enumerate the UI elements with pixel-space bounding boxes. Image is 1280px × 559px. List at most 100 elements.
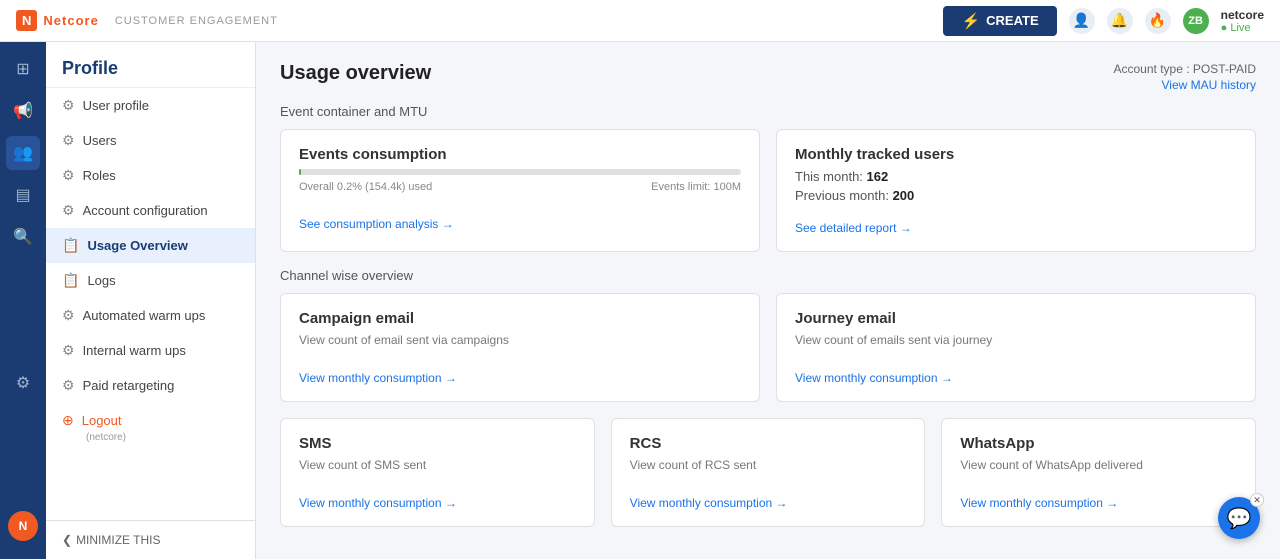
top-nav: N Netcore CUSTOMER ENGAGEMENT ⚡ CREATE 👤… [0,0,1280,42]
account-config-icon: ⚙ [62,202,75,219]
rcs-link[interactable]: View monthly consumption → [630,496,788,510]
sidebar-label-logout: Logout [82,413,122,428]
sidebar-item-user-profile[interactable]: ⚙ User profile [46,88,255,123]
automated-warm-ups-icon: ⚙ [62,307,75,324]
event-mtu-cards-row: Events consumption Overall 0.2% (154.4k)… [280,129,1256,252]
campaign-email-desc: View count of email sent via campaigns [299,333,741,347]
avatar-button[interactable]: ZB [1183,8,1209,34]
chat-close-icon[interactable]: ✕ [1250,493,1264,507]
user-profile-icon: ⚙ [62,97,75,114]
sidebar-title: Profile [46,42,255,88]
mtu-this-month: This month: 162 [795,169,1237,184]
sidebar-label-roles: Roles [83,168,116,183]
icon-rail: ⊞ 📢 👥 ▤ 🔍 ⚙ N [0,42,46,559]
account-name: netcore [1221,8,1264,22]
create-button[interactable]: ⚡ CREATE [943,6,1056,36]
rail-grid-icon[interactable]: ⊞ [6,52,40,86]
rail-list-icon[interactable]: ▤ [6,178,40,212]
sms-link[interactable]: View monthly consumption → [299,496,457,510]
user-icon-button[interactable]: 👤 [1069,8,1095,34]
rail-avatar[interactable]: N [8,511,38,541]
section1-label: Event container and MTU [280,104,1256,119]
sidebar-label-account-config: Account configuration [83,203,208,218]
sidebar-label-automated-warm-ups: Automated warm ups [83,308,206,323]
whatsapp-card: WhatsApp View count of WhatsApp delivere… [941,418,1256,527]
internal-warm-ups-icon: ⚙ [62,342,75,359]
logo-name: Netcore [43,13,98,28]
consumption-analysis-link[interactable]: See consumption analysis → [299,217,454,231]
chat-icon: 💬 [1227,506,1252,531]
page-title: Usage overview [280,62,431,85]
rail-people-icon[interactable]: 👥 [6,136,40,170]
logo-box: N [16,10,37,31]
whatsapp-desc: View count of WhatsApp delivered [960,458,1237,472]
chevron-left-icon: ❮ [62,533,72,547]
rcs-title: RCS [630,435,907,452]
mtu-prev-month: Previous month: 200 [795,188,1237,203]
sidebar-label-usage-overview: Usage Overview [87,238,187,253]
rail-gear-icon[interactable]: ⚙ [6,366,40,400]
sidebar-item-internal-warm-ups[interactable]: ⚙ Internal warm ups [46,333,255,368]
channel-cards-row1: Campaign email View count of email sent … [280,293,1256,402]
app-subtitle: CUSTOMER ENGAGEMENT [115,15,278,27]
sidebar-label-user-profile: User profile [83,98,149,113]
topnav-actions: ⚡ CREATE 👤 🔔 🔥 ZB netcore ● Live [943,6,1264,36]
sidebar-label-users: Users [83,133,117,148]
progress-used: Overall 0.2% (154.4k) used [299,181,432,193]
journey-email-title: Journey email [795,310,1237,327]
detailed-report-link[interactable]: See detailed report → [795,221,912,235]
channel-cards-row2: SMS View count of SMS sent View monthly … [280,418,1256,527]
sms-card: SMS View count of SMS sent View monthly … [280,418,595,527]
logo[interactable]: N Netcore [16,10,99,31]
create-label: CREATE [986,13,1038,28]
whatsapp-link[interactable]: View monthly consumption → [960,496,1118,510]
rcs-card: RCS View count of RCS sent View monthly … [611,418,926,527]
sidebar-item-paid-retargeting[interactable]: ⚙ Paid retargeting [46,368,255,403]
account-info[interactable]: netcore ● Live [1221,8,1264,34]
chat-bubble[interactable]: 💬 ✕ [1218,497,1260,539]
mtu-card-title: Monthly tracked users [795,146,1237,163]
logs-icon: 📋 [62,272,79,289]
roles-icon: ⚙ [62,167,75,184]
sidebar-label-paid-retargeting: Paid retargeting [83,378,175,393]
users-icon: ⚙ [62,132,75,149]
minimize-label: MINIMIZE THIS [76,533,160,547]
campaign-email-title: Campaign email [299,310,741,327]
sidebar-item-usage-overview[interactable]: 📋 Usage Overview [46,228,255,263]
journey-email-card: Journey email View count of emails sent … [776,293,1256,402]
logout-sub: (netcore) [46,432,255,443]
account-type-label: Account type : POST-PAID [1114,62,1257,76]
minimize-button[interactable]: ❮ MINIMIZE THIS [46,520,255,559]
progress-limit: Events limit: 100M [651,181,741,193]
sidebar-item-automated-warm-ups[interactable]: ⚙ Automated warm ups [46,298,255,333]
fire-icon-button[interactable]: 🔥 [1145,8,1171,34]
progress-bar-fill [299,169,301,175]
bolt-icon: ⚡ [961,12,980,30]
sidebar-item-users[interactable]: ⚙ Users [46,123,255,158]
sidebar-item-roles[interactable]: ⚙ Roles [46,158,255,193]
view-mau-link[interactable]: View MAU history [1114,78,1257,92]
campaign-email-card: Campaign email View count of email sent … [280,293,760,402]
account-type-info: Account type : POST-PAID View MAU histor… [1114,62,1257,92]
events-card-title: Events consumption [299,146,741,163]
sidebar-item-account-configuration[interactable]: ⚙ Account configuration [46,193,255,228]
rail-megaphone-icon[interactable]: 📢 [6,94,40,128]
bell-icon-button[interactable]: 🔔 [1107,8,1133,34]
journey-email-desc: View count of emails sent via journey [795,333,1237,347]
layout: ⊞ 📢 👥 ▤ 🔍 ⚙ N Profile ⚙ User profile ⚙ U… [0,42,1280,559]
sms-title: SMS [299,435,576,452]
usage-overview-icon: 📋 [62,237,79,254]
mtu-card: Monthly tracked users This month: 162 Pr… [776,129,1256,252]
journey-email-link[interactable]: View monthly consumption → [795,371,953,385]
rcs-desc: View count of RCS sent [630,458,907,472]
paid-retargeting-icon: ⚙ [62,377,75,394]
sidebar-item-logs[interactable]: 📋 Logs [46,263,255,298]
main-header: Usage overview Account type : POST-PAID … [280,62,1256,92]
progress-meta: Overall 0.2% (154.4k) used Events limit:… [299,181,741,193]
progress-bar-bg [299,169,741,175]
campaign-email-link[interactable]: View monthly consumption → [299,371,457,385]
rail-search-icon[interactable]: 🔍 [6,220,40,254]
sidebar-label-logs: Logs [87,273,115,288]
whatsapp-title: WhatsApp [960,435,1237,452]
sms-desc: View count of SMS sent [299,458,576,472]
